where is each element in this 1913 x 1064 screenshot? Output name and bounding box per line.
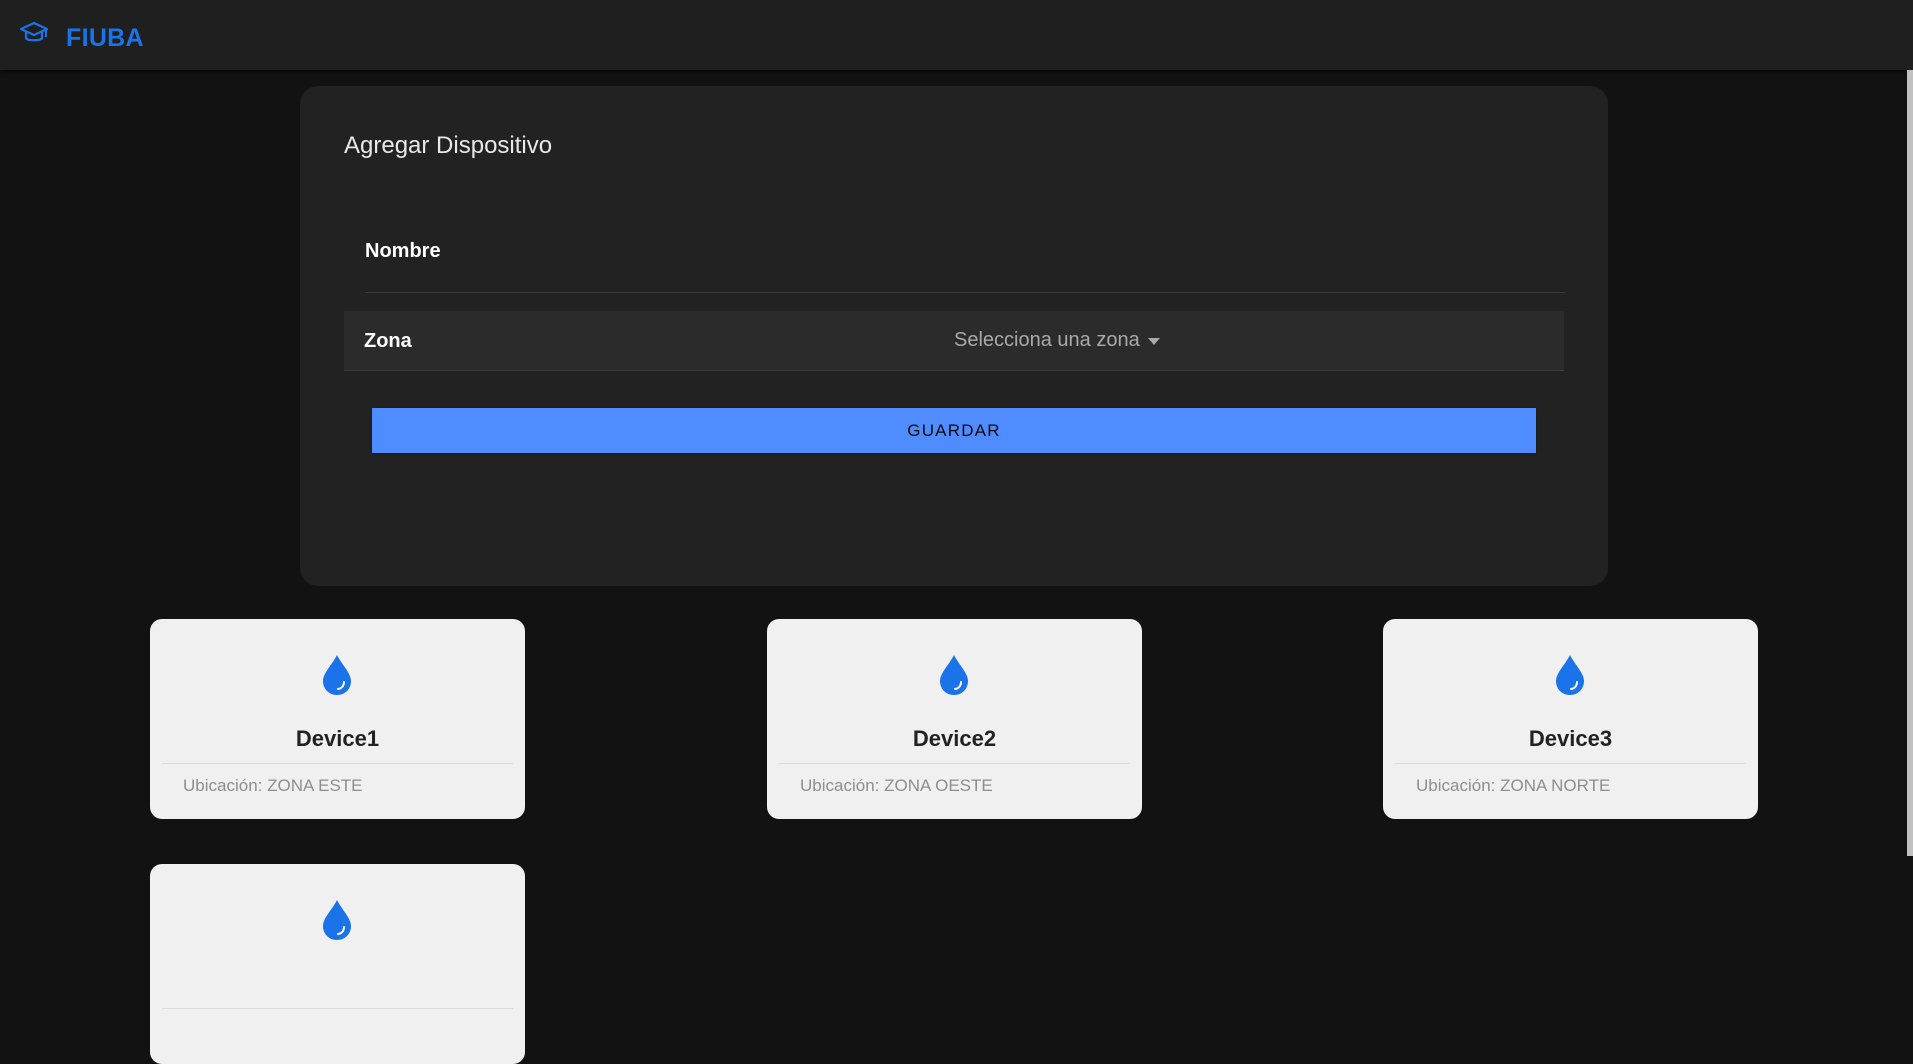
nombre-field[interactable] bbox=[365, 236, 1569, 294]
device-card[interactable]: Device1 Ubicación: ZONA ESTE bbox=[150, 619, 525, 819]
device-name: Device3 bbox=[1528, 726, 1613, 751]
water-drop-icon bbox=[1556, 655, 1584, 695]
water-drop-icon bbox=[323, 900, 351, 940]
zona-select[interactable]: Selecciona una zona bbox=[954, 329, 1160, 352]
zona-select-value: Selecciona una zona bbox=[954, 329, 1140, 351]
device-card[interactable]: Device3 Ubicación: ZONA NORTE bbox=[1383, 619, 1758, 819]
divider bbox=[1395, 763, 1746, 764]
brand-title[interactable]: FIUBA bbox=[66, 24, 144, 53]
zona-field: Zona Selecciona una zona bbox=[344, 311, 1564, 371]
add-device-card: Agregar Dispositivo Nombre Zona Seleccio… bbox=[300, 86, 1608, 586]
form-title: Agregar Dispositivo bbox=[344, 132, 553, 159]
divider bbox=[162, 763, 513, 764]
device-name: Device1 bbox=[295, 726, 380, 751]
graduation-cap-icon bbox=[19, 21, 49, 42]
water-drop-icon bbox=[323, 655, 351, 695]
save-button[interactable]: GUARDAR bbox=[372, 408, 1536, 453]
chevron-down-icon bbox=[1147, 338, 1160, 345]
nombre-input[interactable] bbox=[365, 236, 1569, 294]
device-location: Ubicación: ZONA NORTE bbox=[1416, 776, 1611, 795]
zona-label: Zona bbox=[364, 330, 412, 352]
device-location: Ubicación: ZONA OESTE bbox=[800, 776, 993, 795]
device-name: Device2 bbox=[912, 726, 997, 751]
nombre-label: Nombre bbox=[365, 240, 441, 262]
divider bbox=[162, 1008, 513, 1009]
device-location: Ubicación: ZONA ESTE bbox=[183, 776, 363, 795]
device-card[interactable] bbox=[150, 864, 525, 1064]
device-card[interactable]: Device2 Ubicación: ZONA OESTE bbox=[767, 619, 1142, 819]
divider bbox=[779, 763, 1130, 764]
top-toolbar: FIUBA bbox=[0, 0, 1913, 70]
water-drop-icon bbox=[940, 655, 968, 695]
vertical-scrollbar[interactable] bbox=[1907, 70, 1913, 856]
